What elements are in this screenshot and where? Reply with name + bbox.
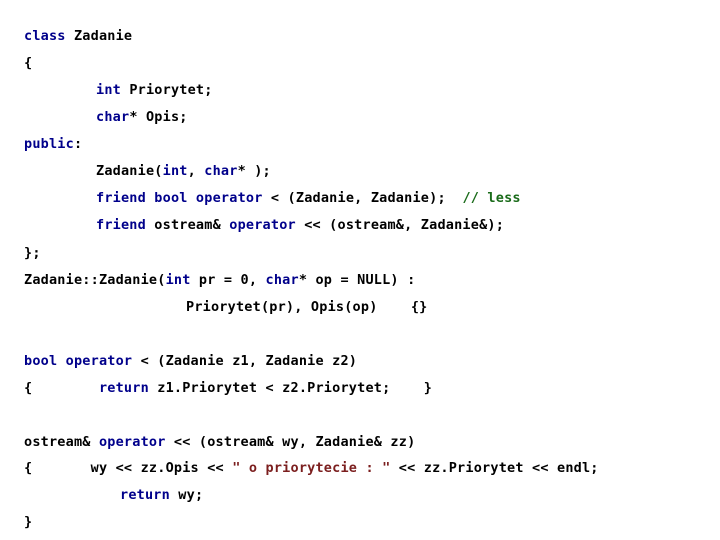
code-token-plain: < (Zadanie z1, Zadanie z2)	[140, 353, 358, 369]
code-token-plain: * op = NULL) :	[298, 272, 416, 288]
code-token-keyword: return	[98, 380, 158, 396]
code-listing: class Zadanie{int Priorytet; char* Opis; p…	[0, 0, 720, 540]
code-line: return wy;	[120, 488, 203, 502]
code-token-plain: Zadanie	[73, 28, 133, 44]
code-token-plain: Priorytet;	[129, 82, 213, 98]
code-token-keyword: int	[162, 163, 188, 179]
code-token-keyword: public	[24, 136, 74, 152]
code-token-string: " o priorytecie : "	[232, 460, 391, 476]
code-token-plain: };	[24, 245, 41, 261]
code-token-plain: Priorytet(pr), Opis(op) {}	[186, 299, 428, 315]
code-token-plain: * Opis;	[129, 109, 188, 125]
code-line: public:	[24, 137, 82, 151]
code-token-keyword: int	[96, 82, 130, 98]
code-line: char* Opis;	[96, 110, 188, 124]
code-token-plain: << (ostream& wy, Zadanie& zz)	[173, 434, 416, 450]
code-line: ostream& operator << (ostream& wy, Zadan…	[24, 435, 415, 449]
code-line: Zadanie::Zadanie(int pr = 0, char* op = …	[24, 273, 415, 287]
code-token-plain: {	[24, 55, 33, 71]
code-token-keyword: char	[204, 163, 238, 179]
code-token-comment: // less	[462, 190, 521, 206]
code-line: class Zadanie	[24, 29, 132, 43]
code-token-plain: << (ostream&, Zadanie&);	[304, 217, 505, 233]
code-token-plain: z1.Priorytet < z2.Priorytet; }	[157, 380, 433, 396]
code-line: Zadanie(int, char* );	[96, 164, 271, 178]
code-token-keyword: friend bool operator	[96, 190, 271, 206]
code-token-keyword: friend	[96, 217, 155, 233]
code-token-keyword: char	[96, 109, 130, 125]
code-token-keyword: bool operator	[24, 353, 141, 369]
code-token-keyword: int	[165, 272, 191, 288]
code-token-plain: < (Zadanie, Zadanie);	[270, 190, 463, 206]
code-token-plain: wy << zz.Opis <<	[90, 460, 233, 476]
code-token-keyword: operator	[229, 217, 305, 233]
code-token-plain: pr = 0,	[190, 272, 266, 288]
code-token-keyword: class	[24, 28, 74, 44]
code-line: Priorytet(pr), Opis(op) {}	[186, 300, 428, 314]
code-token-keyword: char	[265, 272, 299, 288]
code-token-keyword: operator	[98, 434, 174, 450]
code-line: friend ostream& operator << (ostream&, Z…	[96, 218, 504, 232]
code-token-plain: ,	[187, 163, 205, 179]
code-token-plain: Zadanie::Zadanie(	[24, 272, 166, 288]
code-line: int Priorytet;	[96, 83, 213, 97]
code-line: {	[24, 56, 32, 70]
code-token-plain: * );	[237, 163, 271, 179]
code-line: };	[24, 246, 41, 260]
code-token-plain: Zadanie(	[96, 163, 163, 179]
code-token-keyword: return	[120, 487, 179, 503]
code-token-plain: ostream&	[154, 217, 230, 233]
code-line: friend bool operator < (Zadanie, Zadanie…	[96, 191, 521, 205]
code-token-plain: wy;	[178, 487, 204, 503]
code-line: }	[24, 515, 32, 529]
code-line: bool operator < (Zadanie z1, Zadanie z2)	[24, 354, 357, 368]
code-token-plain: }	[24, 514, 33, 530]
code-token-plain: :	[73, 136, 83, 152]
code-token-plain: << zz.Priorytet << endl;	[390, 460, 599, 476]
code-token-plain: ostream&	[24, 434, 99, 450]
code-line: { return z1.Priorytet < z2.Priorytet; }	[24, 381, 432, 395]
code-line: { wy << zz.Opis << " o priorytecie : " <…	[24, 461, 599, 475]
